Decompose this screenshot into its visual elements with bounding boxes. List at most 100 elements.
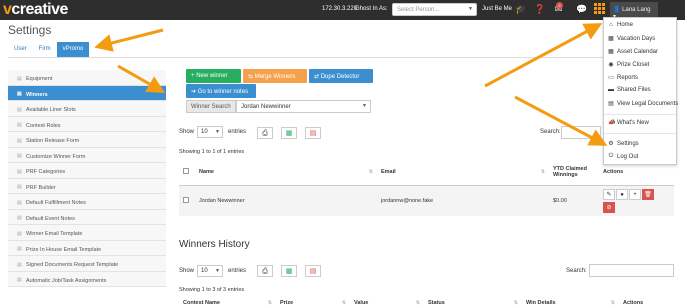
pdf-icon[interactable]: ▤ xyxy=(305,127,321,139)
caret-down-icon: ▼ xyxy=(215,268,220,274)
shuffle-icon: ⇄ xyxy=(314,74,320,80)
sidebar-item-available-liner-slots[interactable]: ▤ Available Liner Slots xyxy=(8,101,166,117)
column-label: Name xyxy=(199,169,214,176)
view-circle-icon[interactable]: ● xyxy=(616,188,628,200)
menu-item-log-out[interactable]: ⏻ Log Out xyxy=(608,153,639,160)
power-icon: ⏻ xyxy=(608,153,614,159)
menu-item-label: Asset Calendar xyxy=(617,48,659,55)
entries-label: entries xyxy=(228,129,247,135)
tab-firm[interactable]: Firm xyxy=(33,42,57,57)
menu-item-home[interactable]: ⌂ Home xyxy=(608,22,633,28)
just-be-me-link[interactable]: Just Be Me xyxy=(482,6,512,12)
menu-item-reports[interactable]: ▭ Reports xyxy=(608,74,639,82)
sidebar-item-winners[interactable]: ▤ Winners xyxy=(8,85,166,101)
menu-item-whats-new[interactable]: 📣 What's New xyxy=(608,119,649,127)
column-header-prize[interactable]: Prize ⇅ xyxy=(276,298,350,307)
print-icon[interactable]: ⎙ xyxy=(257,127,273,139)
pdf-icon[interactable]: ▤ xyxy=(305,265,321,277)
menu-item-prize-closet[interactable]: ◉ Prize Closet xyxy=(608,61,650,69)
sidebar-item-label: Equipment xyxy=(26,76,53,83)
new-winner-button[interactable]: + New winner xyxy=(186,69,241,83)
sliders-icon: ▤ xyxy=(17,184,22,191)
vcreative-logo[interactable]: vcreative xyxy=(3,1,68,19)
sidebar-item-label: Contest Roles xyxy=(26,122,61,129)
sidebar-item-label: Customize Winner Form xyxy=(26,153,86,160)
print-icon[interactable]: ⎙ xyxy=(257,265,273,277)
column-header-status[interactable]: Status ⇅ xyxy=(424,298,522,307)
merge-winners-label: Merge Winners xyxy=(254,74,296,80)
winner-name-cell[interactable]: Jordan Newwinner xyxy=(195,185,377,216)
column-header-email[interactable]: Email ⇅ xyxy=(377,160,549,186)
sidebar-item-contest-roles[interactable]: ▤ Contest Roles xyxy=(8,116,166,132)
sidebar-item-signed-documents-request-template[interactable]: ▤ Signed Documents Request Template xyxy=(8,256,166,272)
excel-icon[interactable]: ▦ xyxy=(281,127,297,139)
history-entries-select[interactable]: 10 ▼ xyxy=(197,265,223,277)
entries-value: 10 xyxy=(201,268,208,274)
disable-ban-icon[interactable]: ⊘ xyxy=(603,201,615,213)
row-checkbox[interactable] xyxy=(183,196,189,203)
menu-item-settings[interactable]: ⚙ Settings xyxy=(608,140,639,148)
sidebar-item-equipment[interactable]: ▤ Equipment xyxy=(8,70,166,86)
sidebar-item-prf-builder[interactable]: ▤ PRF Builder xyxy=(8,178,166,194)
menu-item-shared-files[interactable]: ▬ Shared Files xyxy=(608,87,651,93)
menu-item-label: Vacation Days xyxy=(617,35,656,42)
entries-value: 10 xyxy=(201,129,208,135)
menu-item-view-legal-documents[interactable]: ▤ View Legal Documents xyxy=(608,100,678,108)
ghost-person-select[interactable]: Select Person... ▼ xyxy=(392,3,477,16)
menu-item-label: Reports xyxy=(617,74,639,81)
history-table: Contest Name ⇅ Prize ⇅ Value ⇅ Status ⇅ Win … xyxy=(179,298,674,307)
sidebar-item-label: Available Liner Slots xyxy=(26,107,76,114)
menu-item-label: Prize Closet xyxy=(617,61,650,68)
menu-divider xyxy=(604,114,676,115)
help-icon[interactable]: ❓ xyxy=(534,4,545,15)
edit-pencil-icon[interactable]: ✎ xyxy=(603,188,615,200)
menu-item-vacation-days[interactable]: ▦ Vacation Days xyxy=(608,35,656,43)
sidebar-item-default-event-notes[interactable]: ▤ Default Event Notes xyxy=(8,209,166,225)
menu-item-label: What's New xyxy=(617,119,649,126)
excel-icon[interactable]: ▦ xyxy=(281,265,297,277)
select-all-checkbox[interactable] xyxy=(183,168,189,175)
add-plus-icon[interactable]: + xyxy=(629,188,641,200)
sidebar-item-default-fulfillment-notes[interactable]: ▤ Default Fulfillment Notes xyxy=(8,194,166,210)
column-header-history-actions: Actions xyxy=(619,298,674,307)
menu-item-asset-calendar[interactable]: ▦ Asset Calendar xyxy=(608,48,659,56)
go-to-winner-notes-button[interactable]: ➔ Go to winner notes xyxy=(186,84,256,98)
sliders-icon: ▤ xyxy=(17,277,22,284)
user-menu-toggle[interactable]: 👤 Lana Lang ▾ xyxy=(610,2,658,20)
column-header-win-details[interactable]: Win Details ⇅ xyxy=(522,298,619,307)
apps-grid-icon[interactable] xyxy=(594,3,605,14)
graduation-cap-icon[interactable]: 🎓 xyxy=(515,4,526,15)
history-search-input[interactable] xyxy=(589,264,674,277)
chat-icon[interactable]: 💬 xyxy=(576,4,587,15)
megaphone-icon: 📣 xyxy=(608,120,616,126)
sidebar-item-station-release-form[interactable]: ▤ Station Release Form xyxy=(8,132,166,148)
sidebar-item-label: PRF Categories xyxy=(26,169,66,176)
sidebar-item-customize-winner-form[interactable]: ▤ Customize Winner Form xyxy=(8,147,166,163)
menu-item-label: Settings xyxy=(617,140,639,147)
column-header-contest-name[interactable]: Contest Name ⇅ xyxy=(179,298,276,307)
column-header-value[interactable]: Value ⇅ xyxy=(350,298,424,307)
dupe-detector-button[interactable]: ⇄ Dupe Detector xyxy=(309,69,373,83)
ip-address: 172.30.3.220 xyxy=(322,6,358,12)
sort-icon: ⇅ xyxy=(267,300,272,306)
tab-user[interactable]: User xyxy=(8,42,33,57)
sidebar-item-label: Winner Email Template xyxy=(26,231,83,238)
column-header-ytd[interactable]: YTD Claimed Winnings xyxy=(549,160,599,186)
merge-winners-button[interactable]: ⇆ Merge Winners xyxy=(243,69,307,83)
winners-search-input[interactable] xyxy=(561,126,601,139)
plus-icon: + xyxy=(191,73,195,79)
sidebar-item-automatic-job-task-assignments[interactable]: ▤ Automatic Job/Task Assignments xyxy=(8,271,166,287)
delete-trash-icon[interactable]: 🗑 xyxy=(642,188,654,200)
table-row[interactable]: Jordan Newwinner jordannw@none.fake $0.0… xyxy=(179,185,674,216)
sidebar-item-winner-email-template[interactable]: ▤ Winner Email Template xyxy=(8,225,166,241)
entries-select[interactable]: 10 ▼ xyxy=(197,126,223,138)
column-header-name[interactable]: Name ⇅ xyxy=(195,160,377,186)
document-icon: ▤ xyxy=(608,101,614,107)
row-actions-cell: ✎ ● + 🗑 ⊘ xyxy=(599,185,674,216)
tab-vpromo[interactable]: vPromo xyxy=(56,42,90,57)
sidebar-item-prf-categories[interactable]: ▤ PRF Categories xyxy=(8,163,166,179)
sidebar-item-prize-in-house-email-template[interactable]: ▤ Prize In House Email Template xyxy=(8,240,166,256)
page-title: Settings xyxy=(8,23,52,37)
new-winner-label: New winner xyxy=(196,73,228,79)
winner-search-select[interactable]: Jordan Newwinner ▼ xyxy=(236,100,371,113)
